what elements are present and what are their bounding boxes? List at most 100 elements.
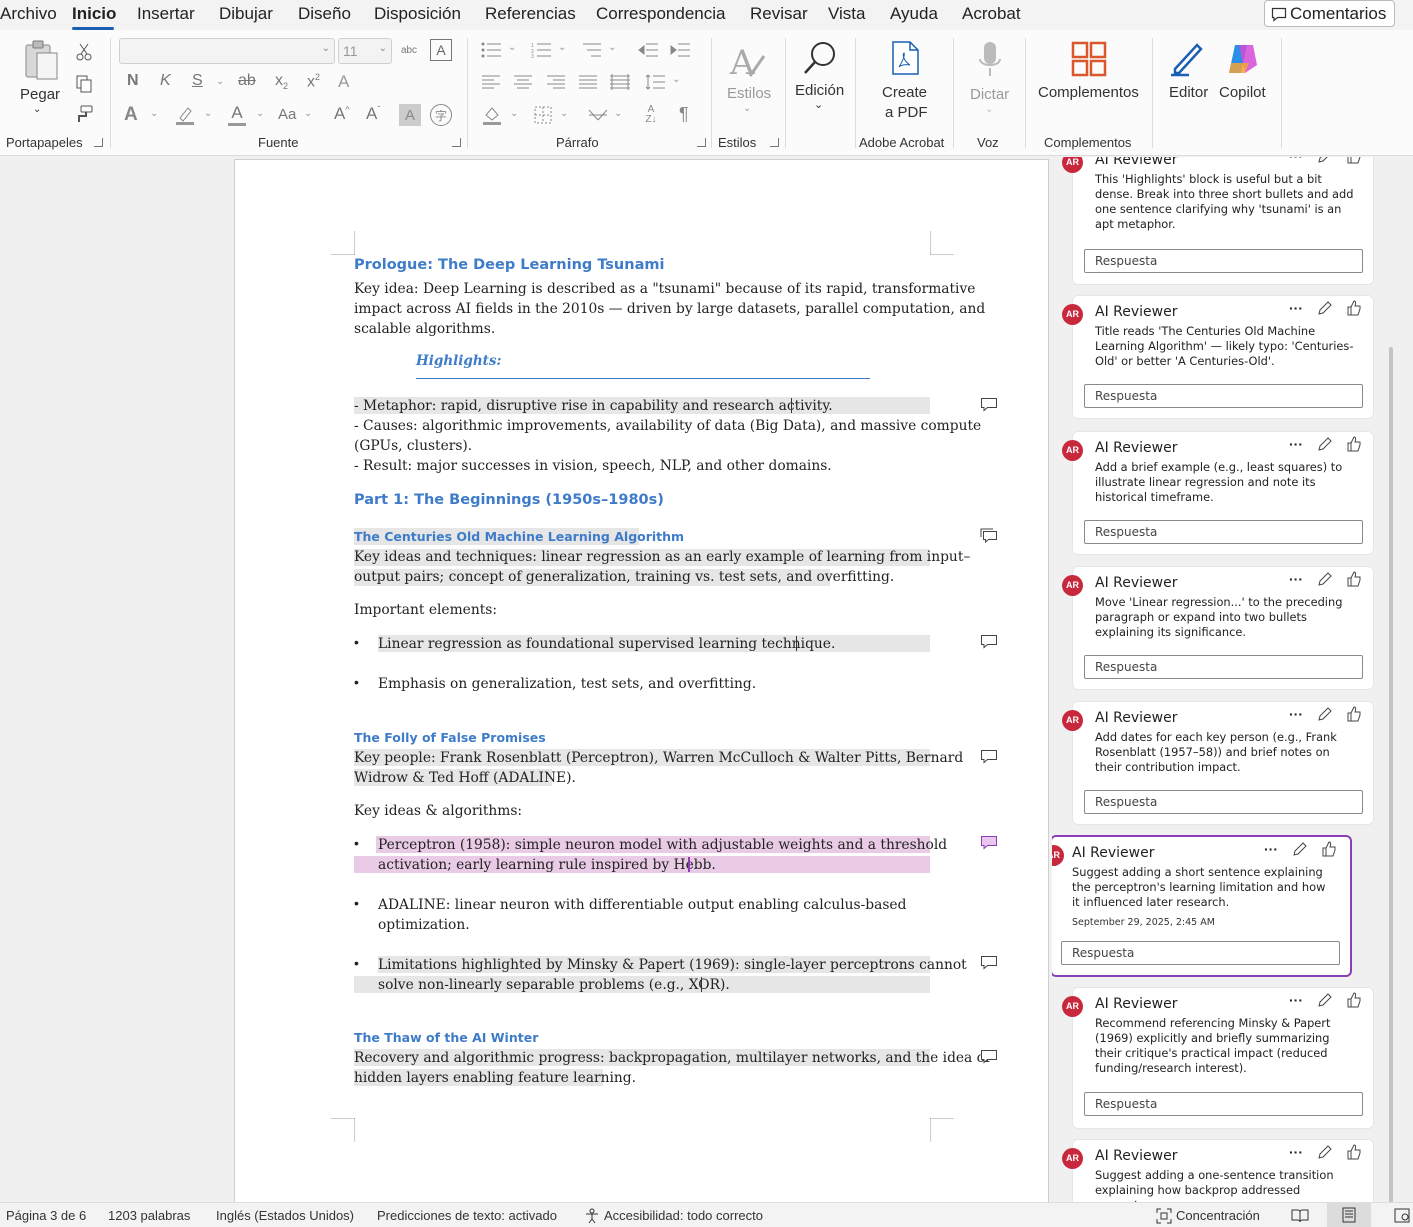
multilevel-list-icon[interactable]	[580, 40, 604, 60]
bold-button[interactable]: N	[127, 72, 139, 90]
reply-input[interactable]: Respuesta	[1084, 520, 1363, 544]
language-indicator[interactable]: Inglés (Estados Unidos)	[216, 1208, 354, 1223]
more-options-icon[interactable]: ···	[1289, 571, 1303, 587]
increase-indent-icon[interactable]	[668, 40, 692, 60]
copy-icon[interactable]	[74, 74, 94, 94]
bullet-item[interactable]: Linear regression as foundational superv…	[378, 634, 835, 654]
more-options-icon[interactable]: ···	[1289, 300, 1303, 316]
section-paragraph-line[interactable]: Key ideas and techniques: linear regress…	[354, 547, 970, 567]
bullet-item[interactable]: Perceptron (1958): simple neuron model w…	[378, 835, 947, 855]
character-shading-icon[interactable]: A	[399, 104, 421, 126]
shading-icon[interactable]	[481, 104, 503, 126]
styles-button[interactable]: Estilos	[727, 85, 771, 102]
like-icon[interactable]	[1347, 571, 1361, 587]
align-center-icon[interactable]	[512, 72, 534, 92]
chevron-down-icon[interactable]: ⌄	[743, 103, 751, 114]
line-spacing-icon[interactable]	[644, 72, 666, 92]
edit-icon[interactable]	[1317, 300, 1333, 316]
chevron-down-icon[interactable]: ⌄	[508, 42, 516, 53]
chevron-down-icon[interactable]: ⌄	[558, 42, 566, 53]
comment-marker-icon[interactable]	[980, 1049, 998, 1065]
more-options-icon[interactable]: ···	[1289, 706, 1303, 722]
microphone-icon[interactable]	[976, 40, 1004, 80]
chevron-down-icon[interactable]: ⌄	[985, 104, 993, 115]
reply-input[interactable]: Respuesta	[1084, 1092, 1363, 1116]
tab-vista[interactable]: Vista	[828, 4, 866, 24]
edit-icon[interactable]	[1317, 436, 1333, 452]
accessibility-status[interactable]: Accesibilidad: todo correcto	[604, 1208, 763, 1223]
text-outline-icon[interactable]: A	[124, 104, 138, 126]
bullet-item[interactable]: solve non-linearly separable problems (e…	[378, 975, 730, 995]
prologue-line[interactable]: Key idea: Deep Learning is described as …	[354, 279, 975, 299]
prologue-line[interactable]: scalable algorithms.	[354, 319, 495, 339]
text-predictions[interactable]: Predicciones de texto: activado	[377, 1208, 557, 1223]
document-page[interactable]: Prologue: The Deep Learning Tsunami Key …	[234, 159, 1049, 1202]
distributed-icon[interactable]	[608, 72, 632, 92]
tab-ayuda[interactable]: Ayuda	[890, 4, 938, 24]
edit-icon[interactable]	[1317, 992, 1333, 1008]
paste-button[interactable]: Pegar	[20, 86, 60, 103]
bullet-item[interactable]: Limitations highlighted by Minsky & Pape…	[378, 955, 967, 975]
print-layout-button[interactable]	[1327, 1203, 1371, 1227]
chevron-down-icon[interactable]: ⌄	[608, 42, 616, 53]
read-mode-icon[interactable]	[1291, 1208, 1309, 1223]
chevron-down-icon[interactable]: ⌄	[256, 108, 264, 119]
comment-card[interactable]: AR AI Reviewer ··· Move 'Linear regressi…	[1062, 566, 1374, 690]
accessibility-icon[interactable]	[584, 1208, 600, 1224]
section-heading[interactable]: The Folly of False Promises	[354, 730, 546, 745]
font-size-dropdown[interactable]: 11 ⌄	[338, 38, 392, 64]
paste-icon[interactable]	[20, 38, 62, 82]
like-icon[interactable]	[1347, 992, 1361, 1008]
active-comment-card[interactable]: AR AI Reviewer ··· Suggest adding a shor…	[1052, 835, 1352, 977]
align-left-icon[interactable]	[480, 72, 502, 92]
search-icon[interactable]	[800, 38, 840, 78]
comment-card[interactable]: AR AI Reviewer ··· Add dates for each ke…	[1062, 701, 1374, 825]
section-paragraph-line[interactable]: output pairs; concept of generalization,…	[354, 567, 894, 587]
align-right-icon[interactable]	[545, 72, 567, 92]
chevron-down-icon[interactable]: ⌄	[560, 108, 568, 119]
scrollbar[interactable]	[1389, 347, 1393, 1202]
page-indicator[interactable]: Página 3 de 6	[6, 1208, 86, 1223]
editing-button[interactable]: Edición	[795, 82, 844, 99]
chevron-down-icon[interactable]: ⌄	[614, 108, 622, 119]
edit-icon[interactable]	[1317, 1144, 1333, 1160]
comments-button[interactable]: Comentarios	[1264, 0, 1395, 27]
edit-icon[interactable]	[1317, 157, 1333, 164]
active-comment-marker-icon[interactable]	[980, 835, 998, 851]
highlights-line[interactable]: (GPUs, clusters).	[354, 436, 472, 456]
chevron-down-icon[interactable]: ⌄	[204, 108, 212, 119]
more-options-icon[interactable]: ···	[1289, 992, 1303, 1008]
more-options-icon[interactable]: ···	[1289, 1144, 1303, 1160]
borders-icon[interactable]	[532, 104, 554, 126]
grow-font-icon[interactable]: A^	[334, 104, 350, 124]
font-color-icon[interactable]: A	[226, 102, 248, 126]
comment-marker-icon[interactable]	[980, 749, 998, 765]
strikethrough-icon[interactable]: ab	[238, 72, 256, 90]
edit-icon[interactable]	[1292, 841, 1308, 857]
bullet-item[interactable]: ADALINE: linear neuron with differentiab…	[378, 895, 906, 915]
comment-card[interactable]: AR AI Reviewer ··· This 'Highlights' blo…	[1062, 157, 1374, 285]
reply-input[interactable]: Respuesta	[1084, 655, 1363, 679]
change-case-aa-icon[interactable]: Aa	[278, 106, 296, 123]
focus-icon[interactable]	[1156, 1208, 1172, 1224]
addins-button[interactable]: Complementos	[1038, 84, 1139, 101]
styles-icon[interactable]: A	[728, 40, 768, 84]
chevron-down-icon[interactable]: ⌄	[304, 108, 312, 119]
section-paragraph-line[interactable]: Key people: Frank Rosenblatt (Perceptron…	[354, 748, 963, 768]
comment-marker-icon[interactable]	[980, 634, 998, 650]
tab-dibujar[interactable]: Dibujar	[219, 4, 273, 24]
copilot-icon[interactable]	[1224, 40, 1262, 78]
comment-card[interactable]: AR AI Reviewer ··· Suggest adding a one-…	[1062, 1139, 1374, 1202]
editor-icon[interactable]	[1168, 40, 1206, 78]
text-effects-icon[interactable]: A	[338, 72, 349, 92]
chevron-down-icon[interactable]: ⌄	[216, 76, 224, 87]
tab-diseno[interactable]: Diseño	[298, 4, 351, 24]
highlights-heading[interactable]: Highlights:	[416, 353, 501, 369]
like-icon[interactable]	[1322, 841, 1336, 857]
highlights-line[interactable]: - Metaphor: rapid, disruptive rise in ca…	[354, 396, 833, 416]
format-painter-icon[interactable]	[74, 104, 94, 124]
font-launcher-icon[interactable]	[452, 138, 461, 147]
reply-input[interactable]: Respuesta	[1084, 790, 1363, 814]
copilot-button[interactable]: Copilot	[1219, 84, 1266, 101]
keyideas-label[interactable]: Key ideas & algorithms:	[354, 801, 522, 821]
